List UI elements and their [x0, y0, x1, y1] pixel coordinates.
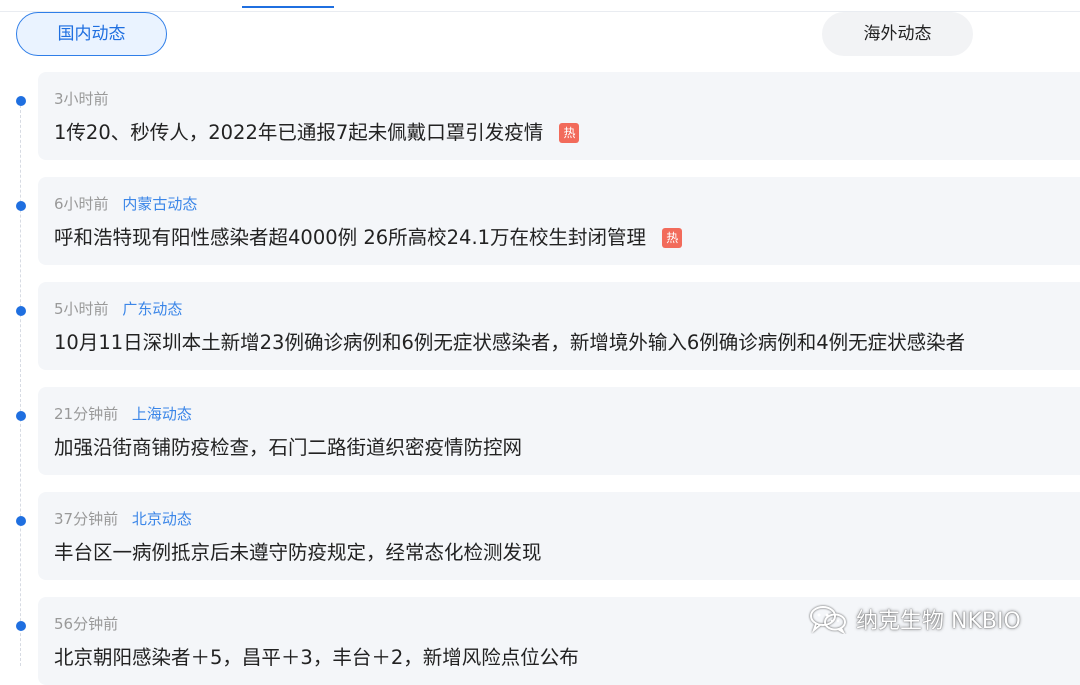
timeline-dot-icon [16, 306, 26, 316]
news-title-text: 呼和浩特现有阳性感染者超4000例 26所高校24.1万在校生封闭管理 [54, 226, 647, 249]
wechat-icon [810, 606, 846, 634]
news-meta: 56分钟前 [54, 613, 118, 634]
news-meta: 21分钟前 上海动态 [54, 403, 192, 424]
news-time: 6小时前 [54, 195, 109, 213]
timeline-dot-icon [16, 201, 26, 211]
timeline-dot-icon [16, 621, 26, 631]
news-title[interactable]: 1传20、秒传人，2022年已通报7起未佩戴口罩引发疫情 热 [54, 116, 580, 145]
news-title-text: 丰台区一病例抵京后未遵守防疫规定，经常态化检测发现 [54, 541, 542, 564]
news-title[interactable]: 丰台区一病例抵京后未遵守防疫规定，经常态化检测发现 [54, 536, 542, 565]
news-card[interactable]: 37分钟前 北京动态 丰台区一病例抵京后未遵守防疫规定，经常态化检测发现 [38, 492, 1080, 580]
region-link[interactable]: 北京动态 [132, 510, 192, 528]
news-title[interactable]: 加强沿街商铺防疫检查，石门二路街道织密疫情防控网 [54, 431, 522, 460]
news-card[interactable]: 3小时前 1传20、秒传人，2022年已通报7起未佩戴口罩引发疫情 热 [38, 72, 1080, 160]
region-link[interactable]: 内蒙古动态 [122, 195, 197, 213]
news-title[interactable]: 10月11日深圳本土新增23例确诊病例和6例无症状感染者，新增境外输入6例确诊病… [54, 326, 965, 355]
news-time: 21分钟前 [54, 405, 119, 423]
news-time: 5小时前 [54, 300, 109, 318]
watermark: 纳克生物 NKBIO [808, 602, 1021, 636]
news-title-text: 10月11日深圳本土新增23例确诊病例和6例无症状感染者，新增境外输入6例确诊病… [54, 331, 966, 354]
news-time: 37分钟前 [54, 510, 119, 528]
news-title-text: 加强沿街商铺防疫检查，石门二路街道织密疫情防控网 [54, 436, 523, 459]
news-meta: 3小时前 [54, 88, 109, 109]
watermark-text: 纳克生物 NKBIO [856, 609, 1021, 634]
news-meta: 6小时前 内蒙古动态 [54, 193, 197, 214]
news-timeline: 3小时前 1传20、秒传人，2022年已通报7起未佩戴口罩引发疫情 热 6小时前… [0, 0, 1080, 685]
timeline-dot-icon [16, 411, 26, 421]
news-meta: 5小时前 广东动态 [54, 298, 182, 319]
hot-badge-icon: 热 [559, 123, 580, 143]
news-card[interactable]: 21分钟前 上海动态 加强沿街商铺防疫检查，石门二路街道织密疫情防控网 [38, 387, 1080, 475]
region-link[interactable]: 广东动态 [122, 300, 182, 318]
timeline-dot-icon [16, 96, 26, 106]
news-time: 56分钟前 [54, 615, 119, 633]
news-card[interactable]: 6小时前 内蒙古动态 呼和浩特现有阳性感染者超4000例 26所高校24.1万在… [38, 177, 1080, 265]
news-card[interactable]: 5小时前 广东动态 10月11日深圳本土新增23例确诊病例和6例无症状感染者，新… [38, 282, 1080, 370]
timeline-dot-icon [16, 516, 26, 526]
region-link[interactable]: 上海动态 [132, 405, 192, 423]
news-title[interactable]: 呼和浩特现有阳性感染者超4000例 26所高校24.1万在校生封闭管理 热 [54, 221, 683, 250]
hot-badge-icon: 热 [662, 228, 683, 248]
news-title-text: 1传20、秒传人，2022年已通报7起未佩戴口罩引发疫情 [54, 121, 544, 144]
news-meta: 37分钟前 北京动态 [54, 508, 192, 529]
news-time: 3小时前 [54, 90, 109, 108]
